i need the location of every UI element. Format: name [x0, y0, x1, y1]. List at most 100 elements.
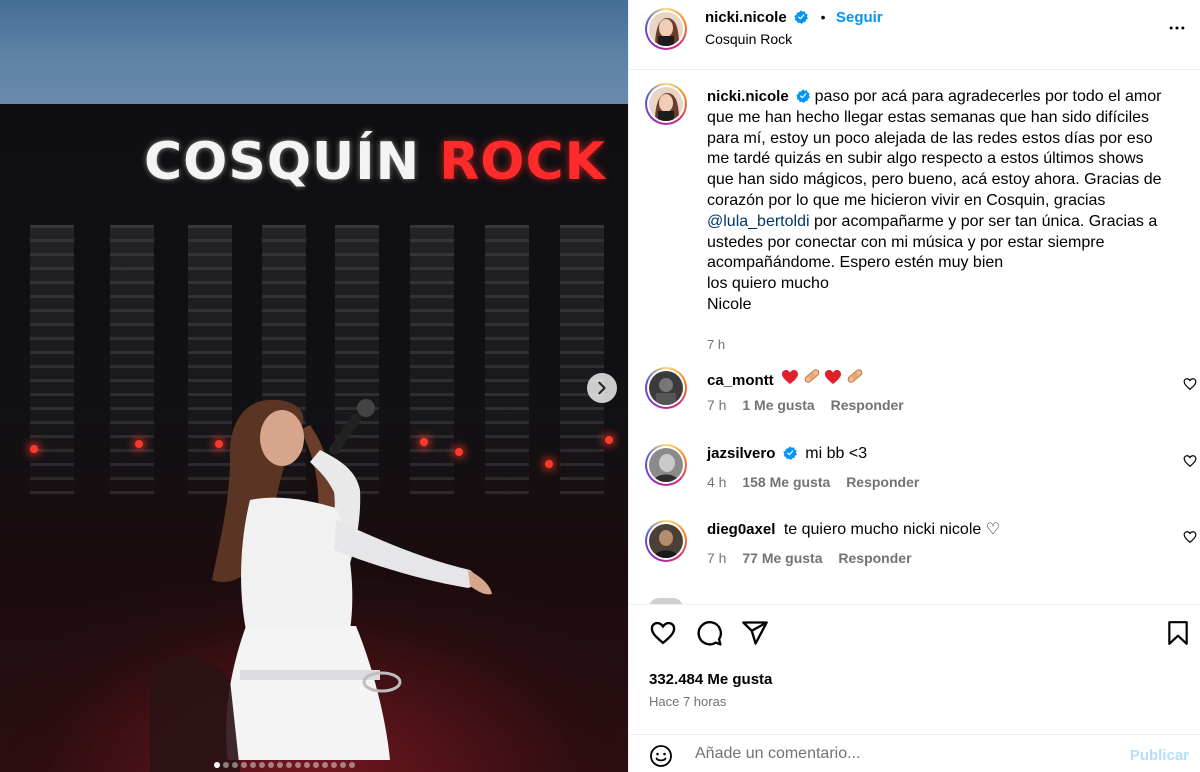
- comment-meta: 7 h 77 Me gusta Responder: [707, 550, 912, 566]
- stage-light: [30, 445, 38, 453]
- share-button[interactable]: [741, 619, 769, 652]
- sign-word-cosquin: COSQUÍN: [144, 132, 421, 192]
- post-side-panel: nicki.nicole • Seguir Cosquin Rock nicki…: [628, 0, 1200, 772]
- carousel-dot: [340, 762, 346, 768]
- stage-truss: [560, 225, 604, 495]
- header-separator: •: [820, 9, 826, 25]
- comment-likes[interactable]: 158 Me gusta: [742, 474, 830, 490]
- comment-reply-button[interactable]: Responder: [831, 397, 904, 413]
- comment-username[interactable]: dieg0axel: [707, 521, 775, 538]
- heart-outline-icon: [1183, 455, 1197, 468]
- carousel-dot: [349, 762, 355, 768]
- comment-button[interactable]: [695, 619, 723, 652]
- caption-timestamp[interactable]: 7 h: [707, 337, 725, 352]
- avatar-image: [649, 524, 683, 558]
- comment-text: mi bb <3: [805, 445, 868, 462]
- verified-badge-icon: [794, 10, 809, 24]
- verified-badge-icon: [796, 89, 811, 103]
- bandage-emoji-icon: [847, 369, 862, 383]
- carousel-dot: [259, 762, 265, 768]
- caption-signature: Nicole: [707, 295, 752, 313]
- stage-truss: [110, 225, 154, 495]
- bandage-emoji-icon: [804, 369, 819, 383]
- carousel-dot: [277, 762, 283, 768]
- comment-like-button[interactable]: [1183, 454, 1197, 473]
- comment-likes[interactable]: 1 Me gusta: [742, 397, 814, 413]
- comment-avatar[interactable]: [645, 367, 687, 409]
- avatar-image: [649, 371, 683, 405]
- carousel-dot: [241, 762, 247, 768]
- avatar-image: [649, 448, 683, 482]
- emoji-picker-button[interactable]: [649, 744, 673, 772]
- performer-figure: [150, 399, 492, 772]
- comment-body: ca_montt: [707, 367, 864, 391]
- publish-button[interactable]: Publicar: [1130, 747, 1189, 764]
- comment-input[interactable]: [695, 745, 1115, 763]
- stage-light: [605, 436, 613, 444]
- comment-time[interactable]: 7 h: [707, 397, 726, 413]
- comment-meta: 7 h 1 Me gusta Responder: [707, 397, 904, 413]
- comment-reply-button[interactable]: Responder: [846, 474, 919, 490]
- avatar-image: [649, 12, 683, 46]
- comment-username[interactable]: ca_montt: [707, 372, 774, 389]
- heart-outline-icon: [650, 621, 676, 645]
- post-photo[interactable]: COSQUÍN ROCK: [0, 0, 628, 772]
- caption-mention-link[interactable]: @lula_bertoldi: [707, 213, 810, 230]
- comment-avatar[interactable]: [645, 444, 687, 486]
- comment-item: ca_montt 7 h 1 Me gusta Responder: [645, 367, 1197, 431]
- author-avatar[interactable]: [645, 8, 687, 50]
- caption-username[interactable]: nicki.nicole: [707, 88, 789, 105]
- likes-count[interactable]: 332.484 Me gusta: [649, 671, 772, 688]
- post-location[interactable]: Cosquin Rock: [705, 31, 792, 47]
- comment-body: dieg0axel te quiero mucho nicki nicole ♡: [707, 520, 1000, 540]
- comment-avatar[interactable]: [645, 520, 687, 562]
- carousel-dot: [331, 762, 337, 768]
- carousel-dot: [214, 762, 220, 768]
- comments-list[interactable]: nicki.nicole paso por acá para agradecer…: [629, 71, 1200, 604]
- cosquin-rock-sign: COSQUÍN ROCK: [144, 132, 606, 192]
- comment-emojis: [782, 369, 863, 389]
- smiley-face-icon: [650, 745, 672, 767]
- post-time-ago[interactable]: Hace 7 horas: [649, 694, 726, 709]
- post-actions: 332.484 Me gusta Hace 7 horas: [629, 604, 1200, 734]
- carousel-dot: [304, 762, 310, 768]
- like-button[interactable]: [649, 619, 677, 652]
- stage-truss: [30, 225, 74, 495]
- comment-like-button[interactable]: [1183, 377, 1197, 396]
- carousel-dot: [232, 762, 238, 768]
- comment-like-button[interactable]: [1183, 530, 1197, 549]
- carousel-dot: [286, 762, 292, 768]
- comment-composer: Publicar: [629, 734, 1200, 772]
- more-options-button[interactable]: [1167, 18, 1187, 43]
- caption-body-part1: paso por acá para agradecerles por todo …: [707, 88, 1162, 209]
- comment-bubble-icon: [697, 621, 722, 646]
- comment-likes[interactable]: 77 Me gusta: [742, 550, 822, 566]
- heart-outline-icon: [1183, 531, 1197, 544]
- carousel-dot: [322, 762, 328, 768]
- avatar-image: [649, 87, 683, 121]
- carousel-dot: [223, 762, 229, 768]
- photo-sky: [0, 0, 628, 112]
- comment-reply-button[interactable]: Responder: [838, 550, 911, 566]
- carousel-dot: [313, 762, 319, 768]
- author-username[interactable]: nicki.nicole: [705, 9, 787, 26]
- carousel-dot: [250, 762, 256, 768]
- verified-badge-icon: [783, 446, 797, 460]
- follow-button[interactable]: Seguir: [836, 9, 883, 26]
- header-title-row: nicki.nicole • Seguir: [705, 9, 883, 27]
- chevron-right-icon: [598, 381, 606, 395]
- post-header: nicki.nicole • Seguir Cosquin Rock: [629, 0, 1200, 70]
- comment-time[interactable]: 4 h: [707, 474, 726, 490]
- more-horizontal-icon: [1169, 26, 1185, 30]
- comment-time[interactable]: 7 h: [707, 550, 726, 566]
- caption-author-avatar[interactable]: [645, 83, 687, 125]
- stage-light: [545, 460, 553, 468]
- stage-light: [135, 440, 143, 448]
- carousel-dots: [214, 762, 355, 768]
- comment-username[interactable]: jazsilvero: [707, 445, 775, 462]
- caption-line-2: los quiero mucho: [707, 275, 829, 293]
- carousel-dot: [295, 762, 301, 768]
- save-button[interactable]: [1165, 619, 1191, 652]
- carousel-next-button[interactable]: [587, 373, 617, 403]
- carousel-dot: [268, 762, 274, 768]
